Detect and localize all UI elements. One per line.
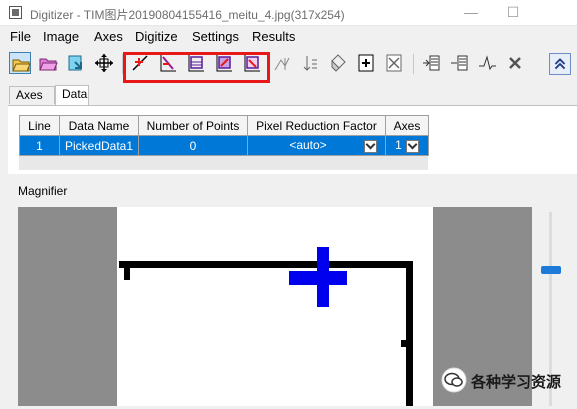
menu-file[interactable]: File: [10, 29, 31, 44]
menu-bar: File Image Axes Digitize Settings Result…: [0, 26, 577, 46]
toolbar-separator: [413, 54, 414, 74]
double-chevron-up-icon[interactable]: [549, 53, 571, 75]
smooth-icon[interactable]: [476, 52, 498, 74]
cell-pixel-reduction[interactable]: <auto>: [247, 135, 386, 156]
chevron-down-icon[interactable]: [405, 139, 419, 153]
column-header-line[interactable]: Line: [19, 115, 60, 136]
import-data-icon[interactable]: [448, 52, 470, 74]
add-curve-icon[interactable]: [355, 52, 377, 74]
close-icon[interactable]: [504, 52, 526, 74]
open-image-icon[interactable]: [37, 52, 59, 74]
magnifier-label: Magnifier: [18, 184, 68, 198]
column-header-pixel-reduction[interactable]: Pixel Reduction Factor: [247, 115, 386, 136]
window-title: Digitizer - TIM图片20190804155416_meitu_4.…: [30, 8, 345, 22]
highlight-box: [123, 52, 270, 83]
axes-select-value: 1: [395, 138, 402, 153]
minimize-button[interactable]: —: [460, 2, 482, 22]
column-header-data-name[interactable]: Data Name: [59, 115, 139, 136]
magnified-image: [117, 207, 433, 406]
sort-points-icon[interactable]: [299, 52, 321, 74]
tab-axes-1[interactable]: Axes 1: [9, 86, 55, 119]
edit-points-icon[interactable]: [271, 52, 293, 74]
clear-points-icon[interactable]: [327, 52, 349, 74]
chevron-down-icon[interactable]: [364, 139, 377, 153]
zoom-slider-thumb[interactable]: [541, 266, 561, 274]
column-header-axes[interactable]: Axes: [385, 115, 429, 136]
app-icon: [9, 6, 22, 19]
menu-results[interactable]: Results: [252, 29, 295, 44]
menu-axes[interactable]: Axes: [94, 29, 123, 44]
cell-number-of-points[interactable]: 0: [138, 135, 248, 156]
reduction-select-value: <auto>: [289, 138, 327, 153]
cell-line[interactable]: 1: [19, 135, 60, 156]
column-header-number-of-points[interactable]: Number of Points: [138, 115, 248, 136]
menu-image[interactable]: Image: [43, 29, 79, 44]
cell-axes[interactable]: 1: [385, 135, 429, 156]
open-folder-icon[interactable]: [9, 52, 31, 74]
menu-settings[interactable]: Settings: [192, 29, 239, 44]
cell-data-name[interactable]: PickedData1: [59, 135, 139, 156]
table-header-row: Line Data Name Number of Points Pixel Re…: [19, 115, 429, 136]
table-row[interactable]: 1 PickedData1 0 <auto> 1: [19, 135, 429, 156]
maximize-button[interactable]: ☐: [502, 2, 524, 22]
watermark-text: 各种学习资源: [471, 374, 562, 391]
paste-image-icon[interactable]: [65, 52, 87, 74]
tab-bar: Axes 1 Data: [0, 85, 577, 119]
menu-digitize[interactable]: Digitize: [135, 29, 178, 44]
wechat-icon: [441, 367, 467, 393]
remove-curve-icon[interactable]: [383, 52, 405, 74]
tab-data[interactable]: Data: [55, 85, 89, 105]
data-table: Line Data Name Number of Points Pixel Re…: [19, 115, 429, 156]
toolbar: [0, 48, 577, 82]
magnified-content: [119, 247, 413, 406]
watermark: 各种学习资源: [441, 367, 571, 393]
export-data-icon[interactable]: [420, 52, 442, 74]
title-bar: Digitizer - TIM图片20190804155416_meitu_4.…: [0, 0, 577, 26]
move-axes-icon[interactable]: [93, 52, 115, 74]
